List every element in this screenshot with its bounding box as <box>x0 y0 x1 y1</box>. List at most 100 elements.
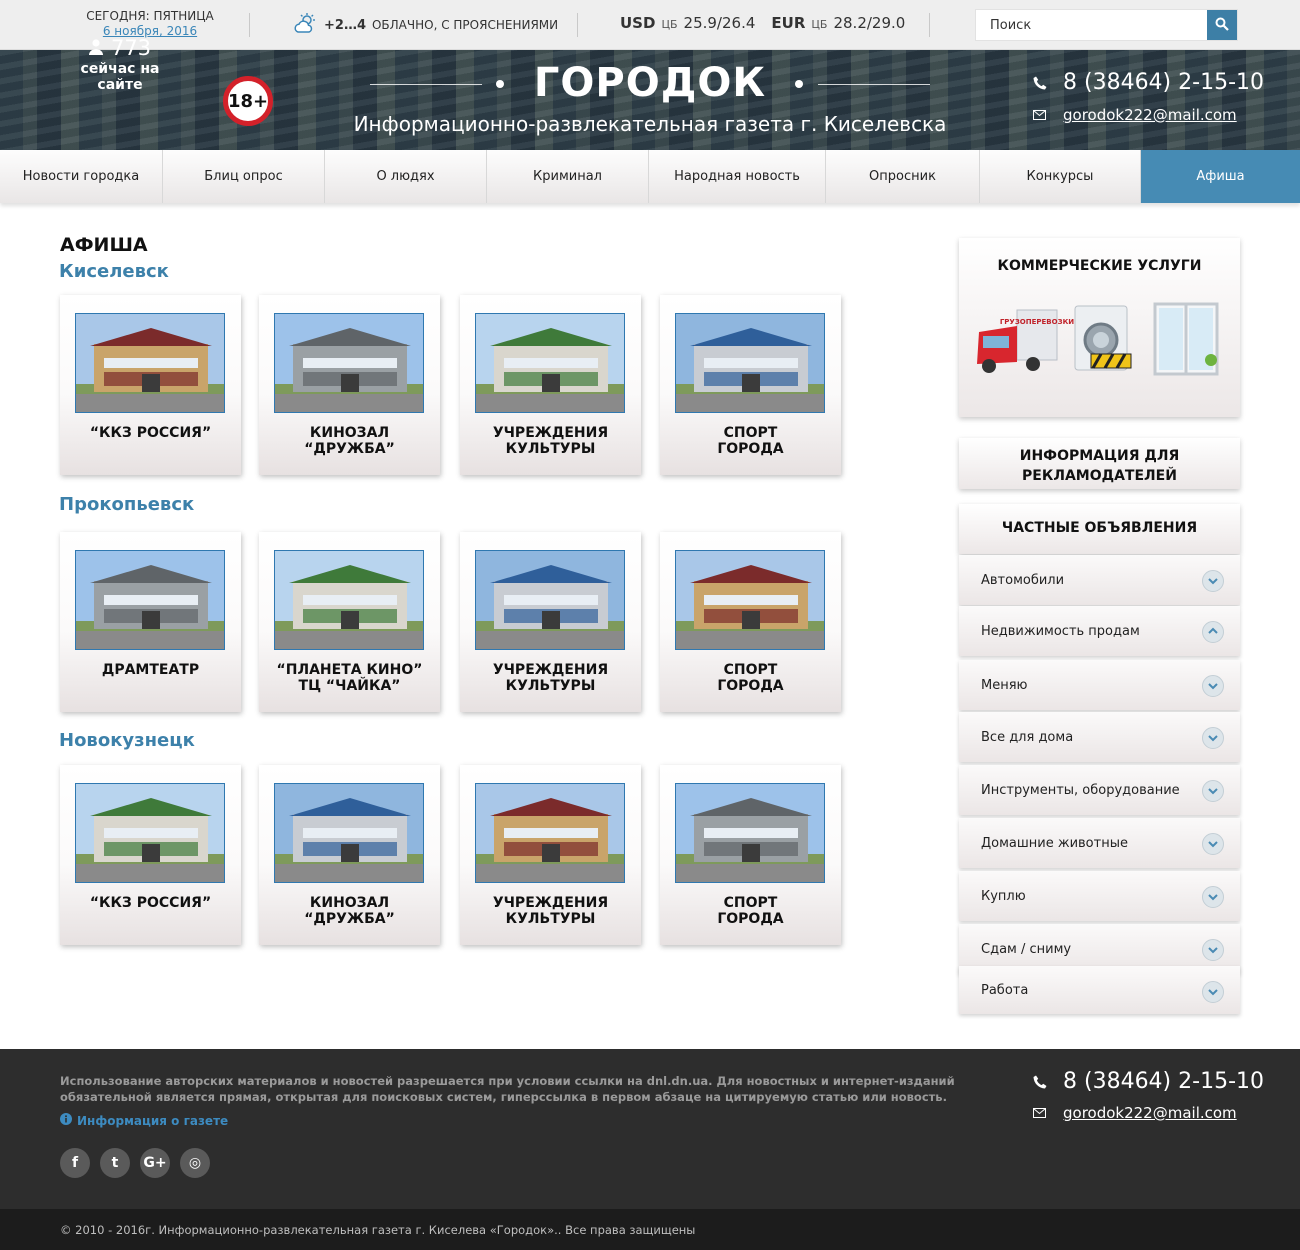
google-plus-icon[interactable]: G+ <box>140 1148 170 1178</box>
venue-card[interactable]: ДРАМТЕАТР <box>60 532 241 712</box>
classified-category[interactable]: Домашние животные <box>959 818 1240 868</box>
about-paper-link[interactable]: Информация о газете <box>60 1113 228 1128</box>
footer-email: gorodok222@mail.com <box>1033 1104 1237 1122</box>
classified-category[interactable]: Недвижимость продам <box>959 606 1240 656</box>
chevron-down-icon[interactable] <box>1202 939 1224 961</box>
advertisers-line-2: РЕКЛАМОДАТЕЛЕЙ <box>1022 468 1177 484</box>
nav-item[interactable]: Новости городка <box>0 150 163 203</box>
classified-category[interactable]: Меняю <box>959 660 1240 710</box>
currency-rates: USD ЦБ 25.9/26.4 EUR ЦБ 28.2/29.0 <box>620 14 915 32</box>
venue-photo[interactable] <box>274 550 424 650</box>
venue-caption-line-2: ГОРОДА <box>717 441 784 457</box>
chevron-down-icon[interactable] <box>1202 981 1224 1003</box>
commercial-services-box[interactable]: КОММЕРЧЕСКИЕ УСЛУГИ ГРУЗОПЕРЕВОЗКИ <box>959 238 1240 417</box>
venue-photo[interactable] <box>675 313 825 413</box>
nav-item[interactable]: Опросник <box>826 150 980 203</box>
site-subtitle: Информационно-развлекательная газета г. … <box>353 112 947 136</box>
venue-photo[interactable] <box>274 783 424 883</box>
advertisers-info-box[interactable]: ИНФОРМАЦИЯ ДЛЯ РЕКЛАМОДАТЕЛЕЙ <box>959 438 1240 489</box>
venue-card[interactable]: СПОРТ ГОРОДА <box>660 295 841 475</box>
classified-category[interactable]: Работа <box>959 966 1240 1014</box>
venue-caption: УЧРЕЖДЕНИЯ КУЛЬТУРЫ <box>465 895 636 927</box>
city-title[interactable]: Прокопьевск <box>59 494 194 515</box>
chevron-down-icon[interactable] <box>1202 570 1224 592</box>
classified-category[interactable]: Все для дома <box>959 712 1240 762</box>
nav-item[interactable]: Народная новость <box>649 150 826 203</box>
venue-card[interactable]: СПОРТ ГОРОДА <box>660 765 841 945</box>
divider <box>249 13 250 37</box>
classified-label: Инструменты, оборудование <box>981 782 1180 798</box>
footer-email-link[interactable]: gorodok222@mail.com <box>1063 1104 1237 1122</box>
nav-item[interactable]: Криминал <box>487 150 649 203</box>
online-count: 773 <box>110 36 152 60</box>
chevron-down-icon[interactable] <box>1202 727 1224 749</box>
venue-card[interactable]: СПОРТ ГОРОДА <box>660 532 841 712</box>
instagram-icon[interactable]: ◎ <box>180 1148 210 1178</box>
venue-photo[interactable] <box>75 313 225 413</box>
venue-card[interactable]: УЧРЕЖДЕНИЯ КУЛЬТУРЫ <box>460 765 641 945</box>
nav-item[interactable]: Конкурсы <box>980 150 1141 203</box>
site-logo[interactable]: ГОРОДОК <box>520 60 780 106</box>
venue-caption-line-1: УЧРЕЖДЕНИЯ <box>492 895 609 911</box>
venue-caption-line-1: “ККЗ РОССИЯ” <box>89 425 212 441</box>
nav-item[interactable]: Блиц опрос <box>163 150 325 203</box>
search-button[interactable] <box>1207 10 1237 40</box>
venue-photo[interactable] <box>75 550 225 650</box>
venue-caption: “ККЗ РОССИЯ” <box>65 895 236 911</box>
city-title[interactable]: Новокузнецк <box>59 730 195 751</box>
venue-photo[interactable] <box>475 313 625 413</box>
classified-category[interactable]: Куплю <box>959 871 1240 921</box>
venue-caption-line-1: УЧРЕЖДЕНИЯ <box>492 662 609 678</box>
chevron-down-icon[interactable] <box>1202 780 1224 802</box>
classified-category[interactable]: Автомобили <box>959 555 1240 605</box>
search-input[interactable] <box>976 10 1208 40</box>
chevron-down-icon[interactable] <box>1202 886 1224 908</box>
venue-photo[interactable] <box>274 313 424 413</box>
city-title[interactable]: Киселевск <box>59 261 169 282</box>
venue-card[interactable]: УЧРЕЖДЕНИЯ КУЛЬТУРЫ <box>460 295 641 475</box>
email-link[interactable]: gorodok222@mail.com <box>1063 106 1237 124</box>
usd-value: 25.9/26.4 <box>683 14 756 32</box>
chevron-up-icon[interactable] <box>1202 621 1224 643</box>
usd-cb-label: ЦБ <box>661 18 678 31</box>
footer-phone: 8 (38464) 2-15-10 <box>1033 1069 1264 1094</box>
classified-category[interactable]: Инструменты, оборудование <box>959 765 1240 815</box>
chevron-down-icon[interactable] <box>1202 833 1224 855</box>
venue-card[interactable]: КИНОЗАЛ “ДРУЖБА” <box>259 765 440 945</box>
venue-photo[interactable] <box>675 783 825 883</box>
venue-caption: СПОРТ ГОРОДА <box>665 895 836 927</box>
twitter-icon[interactable]: t <box>100 1148 130 1178</box>
user-icon <box>88 36 103 60</box>
venue-photo[interactable] <box>75 783 225 883</box>
age-rating-badge: 18+ <box>223 76 273 126</box>
venue-photo[interactable] <box>675 550 825 650</box>
about-paper-label: Информация о газете <box>77 1113 229 1128</box>
venue-photo[interactable] <box>475 783 625 883</box>
facebook-icon[interactable]: f <box>60 1148 90 1178</box>
commercial-title: КОММЕРЧЕСКИЕ УСЛУГИ <box>997 258 1202 274</box>
nav-item[interactable]: Афиша <box>1141 150 1300 203</box>
venue-caption-line-2: КУЛЬТУРЫ <box>505 678 596 694</box>
online-counter: 773 сейчас на сайте <box>60 36 180 93</box>
venue-caption: УЧРЕЖДЕНИЯ КУЛЬТУРЫ <box>465 662 636 694</box>
chevron-down-icon[interactable] <box>1202 675 1224 697</box>
logo-dot-right <box>795 80 803 88</box>
venue-card[interactable]: УЧРЕЖДЕНИЯ КУЛЬТУРЫ <box>460 532 641 712</box>
venue-card[interactable]: “ПЛАНЕТА КИНО” ТЦ “ЧАЙКА” <box>259 532 440 712</box>
classified-label: Все для дома <box>981 729 1074 745</box>
nav-item[interactable]: О людях <box>325 150 487 203</box>
venue-card[interactable]: “ККЗ РОССИЯ” <box>60 765 241 945</box>
venue-caption-line-1: СПОРТ <box>723 895 778 911</box>
venue-card[interactable]: КИНОЗАЛ “ДРУЖБА” <box>259 295 440 475</box>
classified-label: Куплю <box>981 888 1026 904</box>
usd-label: USD <box>620 14 656 32</box>
divider <box>577 13 578 37</box>
venue-photo[interactable] <box>475 550 625 650</box>
venue-caption-line-1: УЧРЕЖДЕНИЯ <box>492 425 609 441</box>
eur-label: EUR <box>771 14 806 32</box>
venue-caption-line-1: “ПЛАНЕТА КИНО” <box>276 662 423 678</box>
svg-text:ГРУЗОПЕРЕВОЗКИ: ГРУЗОПЕРЕВОЗКИ <box>1000 318 1074 326</box>
venue-card[interactable]: “ККЗ РОССИЯ” <box>60 295 241 475</box>
copyright-text: © 2010 - 2016г. Информационно-развлекате… <box>60 1222 696 1237</box>
venue-caption-line-1: ДРАМТЕАТР <box>101 662 200 678</box>
